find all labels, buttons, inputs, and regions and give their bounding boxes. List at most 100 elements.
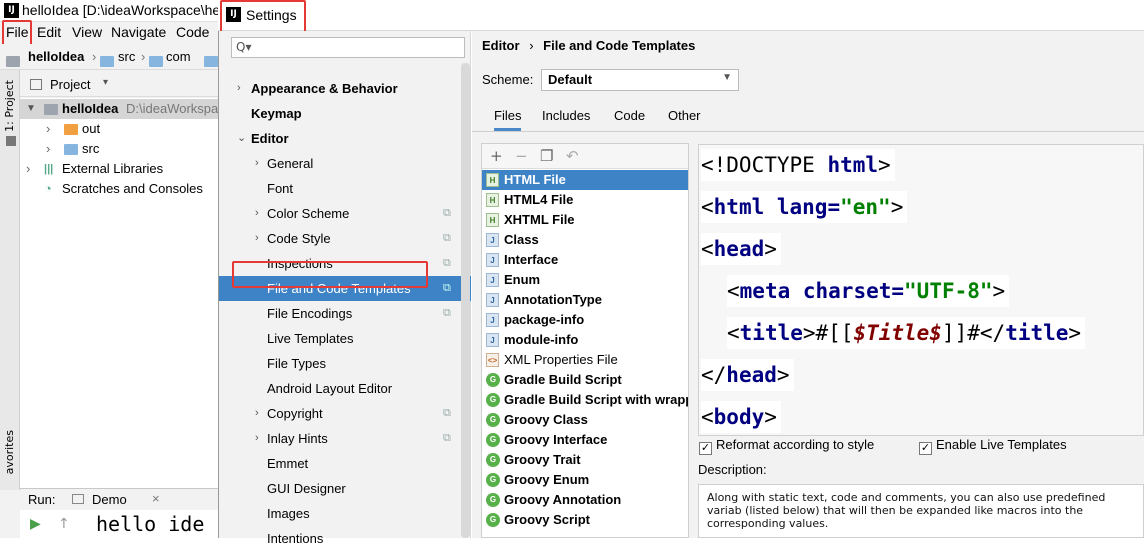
breadcrumb-separator: › (529, 38, 534, 53)
settings-title-bar: IJ Settings (218, 0, 1144, 31)
reset-icon[interactable]: ↶ (566, 147, 579, 165)
java-file-icon: J (486, 313, 499, 327)
template-item[interactable]: H HTML File (482, 170, 688, 190)
nav-item-general[interactable]: › General (219, 151, 471, 176)
template-item[interactable]: G Groovy Annotation (482, 490, 688, 510)
close-icon[interactable]: × (152, 491, 160, 506)
nav-item-file-types[interactable]: File Types (219, 351, 471, 376)
tab-code[interactable]: Code (614, 108, 645, 123)
html-file-icon: H (486, 213, 499, 227)
nav-item-images[interactable]: Images (219, 501, 471, 526)
template-item-label: Groovy Enum (504, 472, 590, 487)
template-item[interactable]: H XHTML File (482, 210, 688, 230)
tree-scratches-label: Scratches and Consoles (62, 181, 203, 196)
nav-item-code-style[interactable]: › Code Style ⧉ (219, 226, 471, 251)
breadcrumb: Editor › File and Code Templates (482, 38, 695, 53)
scheme-value: Default (548, 72, 593, 87)
template-item[interactable]: Jmodule-info (482, 330, 688, 350)
nav-item-file-encodings[interactable]: File Encodings ⧉ (219, 301, 471, 326)
nav-item-font[interactable]: Font (219, 176, 471, 201)
project-scope-icon: ⧉ (443, 407, 451, 419)
nav-item-color-scheme[interactable]: › Color Scheme ⧉ (219, 201, 471, 226)
nav-src[interactable]: src (118, 49, 135, 64)
template-list-toolbar: + − ❐ ↶ (482, 144, 688, 169)
breadcrumb-parent[interactable]: Editor (482, 38, 520, 53)
nav-item-copyright[interactable]: › Copyright ⧉ (219, 401, 471, 426)
chevron-down-icon: ▼ (722, 72, 732, 83)
live-templates-checkbox[interactable]: ✓ Enable Live Templates (919, 437, 1067, 455)
template-item-label: Groovy Class (504, 412, 588, 427)
html-file-icon: H (486, 173, 499, 187)
project-view-label[interactable]: Project (50, 77, 90, 92)
template-item[interactable]: <> XML Properties File (482, 350, 688, 370)
add-icon[interactable]: + (490, 147, 503, 165)
chevron-down-icon[interactable]: ⌄ (237, 126, 246, 151)
console-icon (72, 494, 84, 504)
template-item[interactable]: G Groovy Trait (482, 450, 688, 470)
menu-code[interactable]: Code (176, 24, 209, 40)
template-item[interactable]: J AnnotationType (482, 290, 688, 310)
project-tool-tab[interactable]: 1: Project (3, 80, 16, 132)
nav-item-inlay-hints[interactable]: › Inlay Hints ⧉ (219, 426, 471, 451)
template-item-label: AnnotationType (504, 292, 602, 307)
chevron-down-icon[interactable]: ▾ (103, 77, 108, 88)
nav-item-keymap[interactable]: Keymap (219, 101, 471, 126)
favorites-tool-tab[interactable]: avorites (3, 430, 16, 474)
tab-other[interactable]: Other (668, 108, 701, 123)
template-item[interactable]: G Gradle Build Script (482, 370, 688, 390)
nav-item-label: Keymap (251, 106, 302, 121)
description-box: Along with static text, code and comment… (698, 484, 1144, 538)
nav-item-android-layout-editor[interactable]: Android Layout Editor (219, 376, 471, 401)
nav-item-intentions[interactable]: Intentions (219, 526, 471, 551)
nav-item-appearance-behavior[interactable]: › Appearance & Behavior (219, 76, 471, 101)
scratches-icon: ◔ (44, 181, 52, 196)
template-tabs: Files Includes Code Other (472, 100, 1144, 132)
template-item[interactable]: Jpackage-info (482, 310, 688, 330)
run-icon[interactable]: ▶ (30, 516, 41, 532)
template-item[interactable]: J Interface (482, 250, 688, 270)
template-item-label: XML Properties File (504, 352, 618, 367)
nav-project[interactable]: helloIdea (28, 49, 84, 64)
nav-com[interactable]: com (166, 49, 191, 64)
copy-icon[interactable]: ❐ (540, 147, 553, 165)
chevron-right-icon[interactable]: › (255, 401, 259, 426)
chevron-right-icon[interactable]: › (255, 226, 259, 251)
chevron-right-icon[interactable]: › (255, 426, 259, 451)
template-item[interactable]: G Groovy Interface (482, 430, 688, 450)
template-item[interactable]: H HTML4 File (482, 190, 688, 210)
tab-files[interactable]: Files (494, 108, 522, 131)
chevron-right-icon[interactable]: › (255, 151, 259, 176)
tab-includes[interactable]: Includes (542, 108, 590, 123)
nav-item-live-templates[interactable]: Live Templates (219, 326, 471, 351)
reformat-checkbox[interactable]: ✓ Reformat according to style (699, 437, 874, 455)
template-item[interactable]: G Gradle Build Script with wrapp (482, 390, 688, 410)
run-tab-demo[interactable]: Demo (92, 492, 127, 507)
nav-item-gui-designer[interactable]: GUI Designer (219, 476, 471, 501)
remove-icon[interactable]: − (515, 147, 528, 165)
template-code-editor[interactable]: <!DOCTYPE html> <html lang="en"> <head> … (698, 144, 1144, 436)
folder-icon (44, 99, 62, 119)
template-item[interactable]: J Class (482, 230, 688, 250)
template-item[interactable]: G Groovy Script (482, 510, 688, 530)
template-item-label: module-info (504, 332, 579, 347)
nav-item-editor[interactable]: ⌄ Editor (219, 126, 471, 151)
arrow-up-icon[interactable]: ↑ (58, 516, 70, 532)
chevron-right-icon[interactable]: › (237, 76, 241, 101)
scheme-select[interactable]: Default ▼ (541, 69, 739, 91)
template-item[interactable]: J Enum (482, 270, 688, 290)
settings-nav-scrollbar[interactable] (461, 63, 470, 538)
menu-view[interactable]: View (72, 24, 102, 40)
project-view-icon (30, 79, 42, 90)
menu-navigate[interactable]: Navigate (111, 24, 166, 40)
template-item-label: package-info (504, 312, 585, 327)
chevron-right-icon[interactable]: › (255, 201, 259, 226)
settings-search-input[interactable]: Q▾ (231, 37, 465, 58)
template-item-label: Groovy Trait (504, 452, 581, 467)
template-item[interactable]: G Groovy Class (482, 410, 688, 430)
nav-item-emmet[interactable]: Emmet (219, 451, 471, 476)
tree-item-root[interactable]: ▼ helloIdea D:\ideaWorkspa (20, 99, 218, 119)
menu-edit[interactable]: Edit (37, 24, 61, 40)
template-item[interactable]: G Groovy Enum (482, 470, 688, 490)
ide-window-title: helloIdea [D:\ideaWorkspace\hello (22, 2, 235, 18)
java-file-icon: J (486, 293, 499, 307)
